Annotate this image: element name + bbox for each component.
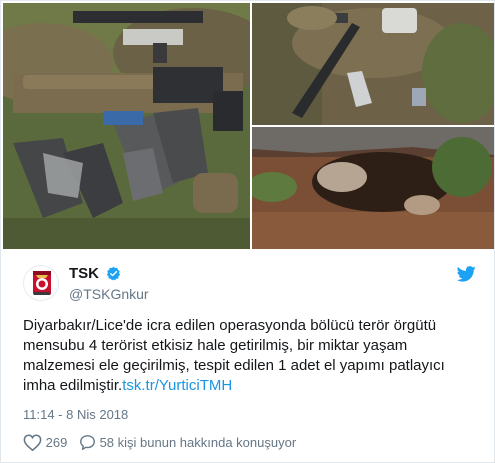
- like-action[interactable]: 269: [23, 434, 68, 452]
- photo-seized-materials-image: [252, 3, 494, 125]
- heart-icon: [23, 434, 42, 452]
- conversation-count: 58 kişi bunun hakkında konuşuyor: [99, 435, 297, 451]
- conversation-action[interactable]: 58 kişi bunun hakkında konuşuyor: [79, 434, 296, 451]
- tweet-header: TSK @TSKGnkur: [23, 263, 478, 303]
- twitter-bird-icon[interactable]: [457, 266, 476, 282]
- account-handle[interactable]: @TSKGnkur: [69, 286, 149, 302]
- speech-bubble-icon: [80, 435, 95, 451]
- tsk-emblem-icon: [33, 271, 51, 295]
- account-name[interactable]: TSK: [69, 265, 99, 282]
- tweet-media-grid: [3, 3, 494, 249]
- photo-cave-shelter[interactable]: [252, 127, 494, 249]
- photo-cave-shelter-image: [252, 127, 494, 249]
- tweet-timestamp[interactable]: 11:14 - 8 Nis 2018: [23, 407, 128, 422]
- tweet-actions: 269 58 kişi bunun hakkında konuşuyor: [23, 434, 296, 454]
- tweet-text: Diyarbakır/Lice'de icra edilen operasyon…: [23, 316, 475, 396]
- verified-badge-icon: [107, 266, 121, 281]
- photo-seized-weapons[interactable]: [3, 3, 250, 249]
- tweet-body: Diyarbakır/Lice'de icra edilen operasyon…: [23, 317, 445, 394]
- like-count: 269: [45, 435, 68, 451]
- account-info: TSK @TSKGnkur: [69, 265, 149, 302]
- tweet-link[interactable]: tsk.tr/YurticiTMH: [122, 377, 232, 394]
- photo-seized-weapons-image: [3, 3, 250, 249]
- photo-seized-materials[interactable]: [252, 3, 494, 125]
- embedded-tweet-card: TSK @TSKGnkur Diyarbakır/Lice'de icra ed…: [0, 0, 495, 463]
- tsk-avatar[interactable]: [23, 265, 59, 301]
